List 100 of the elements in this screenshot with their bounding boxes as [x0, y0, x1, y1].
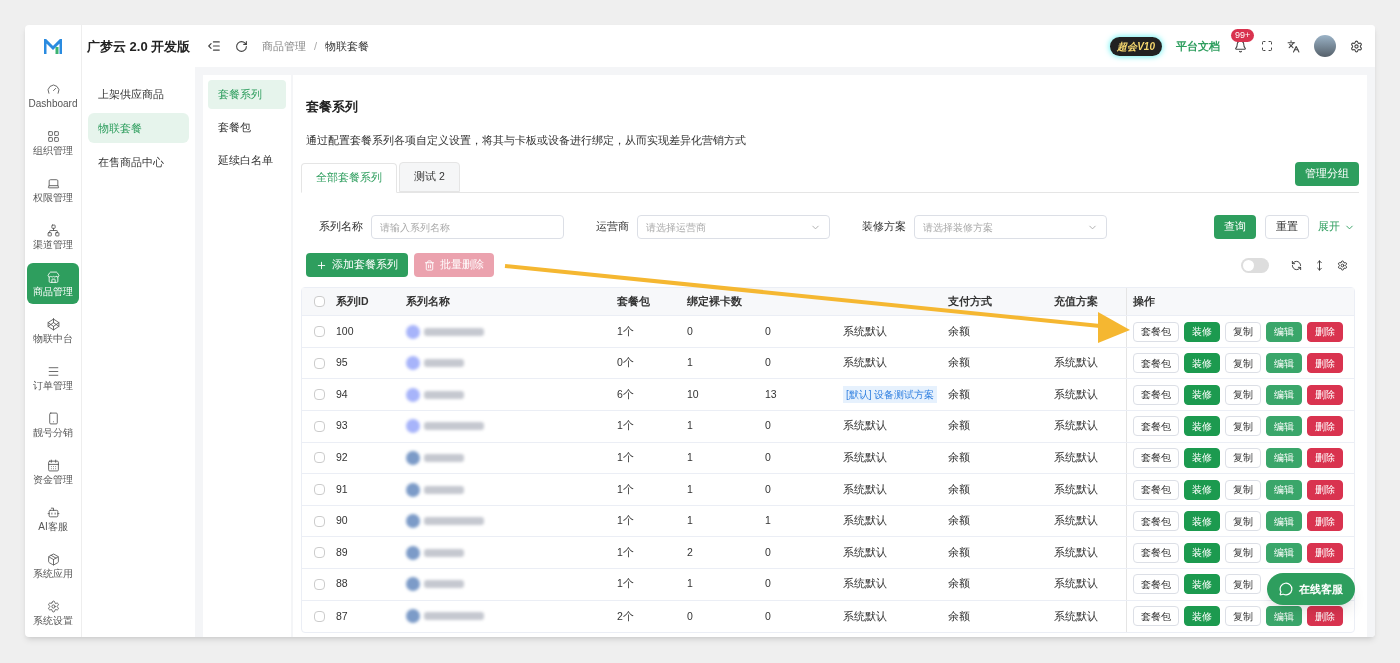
action-button[interactable]: 套餐包 — [1133, 384, 1179, 405]
refresh-icon[interactable] — [1291, 259, 1302, 271]
action-button[interactable]: 套餐包 — [1133, 574, 1179, 595]
decorate-button[interactable]: 装修 — [1184, 384, 1220, 405]
edit-button[interactable]: 编辑 — [1266, 511, 1302, 532]
language-icon[interactable] — [1287, 39, 1300, 53]
action-button[interactable]: 复制 — [1225, 479, 1261, 500]
edit-button[interactable]: 编辑 — [1266, 384, 1302, 405]
side-tab[interactable]: 套餐包 — [208, 113, 286, 142]
decorate-button[interactable]: 装修 — [1184, 416, 1220, 437]
delete-button[interactable]: 删除 — [1307, 479, 1343, 500]
action-button[interactable]: 复制 — [1225, 353, 1261, 374]
decorate-button[interactable]: 装修 — [1184, 447, 1220, 468]
delete-button[interactable]: 删除 — [1307, 447, 1343, 468]
nav-rail-item[interactable]: 资金管理 — [27, 451, 79, 492]
action-button[interactable]: 套餐包 — [1133, 321, 1179, 342]
group-tab[interactable]: 全部套餐系列 — [301, 163, 397, 194]
action-button[interactable]: 套餐包 — [1133, 447, 1179, 468]
collapse-menu-icon[interactable] — [207, 39, 221, 53]
select-field[interactable]: 请选择装修方案 — [914, 215, 1107, 240]
checkbox[interactable] — [313, 610, 325, 622]
edit-button[interactable]: 编辑 — [1266, 479, 1302, 500]
query-button[interactable]: 查询 — [1214, 215, 1256, 240]
delete-button[interactable]: 删除 — [1307, 606, 1343, 627]
edit-button[interactable]: 编辑 — [1266, 321, 1302, 342]
checkbox[interactable] — [313, 357, 325, 369]
delete-button[interactable]: 删除 — [1307, 384, 1343, 405]
action-button[interactable]: 复制 — [1225, 574, 1261, 595]
online-service-button[interactable]: 在线客服 — [1267, 573, 1355, 605]
decorate-button[interactable]: 装修 — [1184, 511, 1220, 532]
checkbox[interactable] — [313, 484, 325, 495]
decorate-button[interactable]: 装修 — [1184, 542, 1220, 563]
action-button[interactable]: 套餐包 — [1133, 416, 1179, 437]
action-button[interactable]: 复制 — [1225, 606, 1261, 627]
action-button[interactable]: 套餐包 — [1133, 511, 1179, 532]
breadcrumb-link[interactable]: 商品管理 — [262, 37, 306, 55]
action-button[interactable]: 套餐包 — [1133, 479, 1179, 500]
delete-button[interactable]: 删除 — [1307, 321, 1343, 342]
select-field[interactable]: 请选择运营商 — [637, 215, 830, 240]
delete-button[interactable]: 删除 — [1307, 542, 1343, 563]
decorate-button[interactable]: 装修 — [1184, 574, 1220, 595]
nav-rail-item[interactable]: AI客服 — [27, 498, 79, 539]
checkbox[interactable] — [313, 296, 325, 308]
expand-link[interactable]: 展开 — [1318, 219, 1355, 236]
action-button[interactable]: 复制 — [1225, 384, 1261, 405]
checkbox[interactable] — [313, 389, 325, 401]
decorate-button[interactable]: 装修 — [1184, 479, 1220, 500]
checkbox[interactable] — [313, 515, 325, 527]
docs-link[interactable]: 平台文档 — [1176, 37, 1220, 55]
settings-icon[interactable] — [1337, 259, 1348, 271]
input-field[interactable]: 请输入系列名称 — [371, 215, 564, 240]
refresh-icon[interactable] — [235, 39, 248, 53]
action-button[interactable]: 套餐包 — [1133, 606, 1179, 627]
fullscreen-icon[interactable] — [1261, 40, 1273, 52]
nav-rail-item[interactable]: 组织管理 — [27, 122, 79, 163]
toggle-switch[interactable] — [1241, 257, 1269, 273]
notification-icon[interactable] — [1234, 39, 1247, 53]
decorate-button[interactable]: 装修 — [1184, 321, 1220, 342]
nav-rail-item[interactable]: 订单管理 — [27, 357, 79, 398]
checkbox[interactable] — [313, 547, 325, 559]
settings-icon[interactable] — [1350, 39, 1363, 53]
manage-groups-button[interactable]: 管理分组 — [1295, 162, 1359, 187]
submenu-item[interactable]: 在售商品中心 — [88, 147, 189, 177]
edit-button[interactable]: 编辑 — [1266, 416, 1302, 437]
nav-rail-item[interactable]: Dashboard — [27, 75, 79, 116]
checkbox[interactable] — [313, 326, 325, 338]
action-button[interactable]: 复制 — [1225, 511, 1261, 532]
decorate-button[interactable]: 装修 — [1184, 353, 1220, 374]
edit-button[interactable]: 编辑 — [1266, 606, 1302, 627]
nav-rail-item[interactable]: 靓号分销 — [27, 404, 79, 445]
add-series-button[interactable]: 添加套餐系列 — [306, 253, 408, 278]
nav-rail-item[interactable]: 物联中台 — [27, 310, 79, 351]
edit-button[interactable]: 编辑 — [1266, 447, 1302, 468]
submenu-item[interactable]: 上架供应商品 — [88, 79, 189, 109]
action-button[interactable]: 复制 — [1225, 416, 1261, 437]
delete-button[interactable]: 删除 — [1307, 511, 1343, 532]
nav-rail-item[interactable]: 系统应用 — [27, 545, 79, 586]
action-button[interactable]: 套餐包 — [1133, 542, 1179, 563]
submenu-item[interactable]: 物联套餐 — [88, 113, 189, 143]
action-button[interactable]: 套餐包 — [1133, 353, 1179, 374]
decorate-button[interactable]: 装修 — [1184, 606, 1220, 627]
action-button[interactable]: 复制 — [1225, 447, 1261, 468]
nav-rail-item[interactable]: 系统设置 — [27, 592, 79, 633]
group-tab[interactable]: 测试 2 — [399, 162, 460, 193]
delete-button[interactable]: 删除 — [1307, 416, 1343, 437]
nav-rail-item[interactable]: 权限管理 — [27, 169, 79, 210]
edit-button[interactable]: 编辑 — [1266, 542, 1302, 563]
nav-rail-item[interactable]: 商品管理 — [27, 263, 79, 304]
checkbox[interactable] — [313, 578, 325, 590]
row-height-icon[interactable] — [1314, 259, 1325, 271]
reset-button[interactable]: 重置 — [1265, 215, 1309, 240]
side-tab[interactable]: 延续白名单 — [208, 146, 286, 175]
nav-rail-item[interactable]: 渠道管理 — [27, 216, 79, 257]
edit-button[interactable]: 编辑 — [1266, 353, 1302, 374]
action-button[interactable]: 复制 — [1225, 542, 1261, 563]
avatar[interactable] — [1314, 35, 1336, 57]
action-button[interactable]: 复制 — [1225, 321, 1261, 342]
checkbox[interactable] — [313, 420, 325, 432]
side-tab[interactable]: 套餐系列 — [208, 80, 286, 109]
checkbox[interactable] — [313, 452, 325, 464]
